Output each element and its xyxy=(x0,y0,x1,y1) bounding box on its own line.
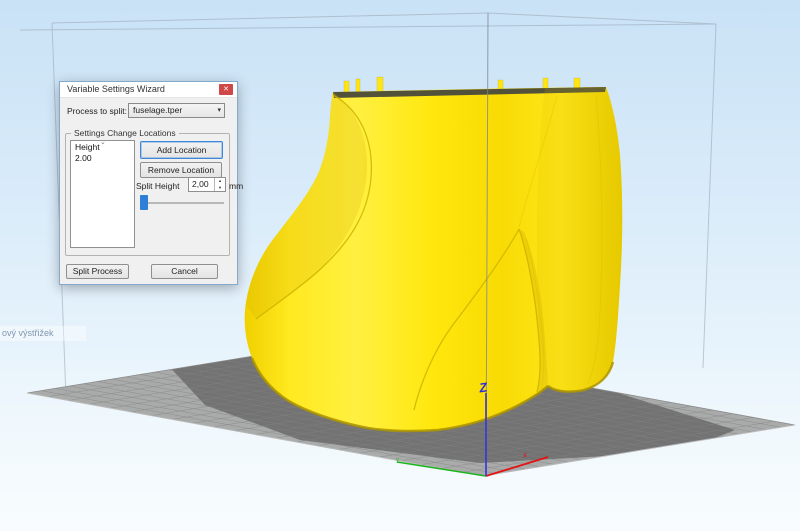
screen-capture-overlay-text: ový výstřižek xyxy=(0,326,86,341)
split-height-label: Split Height xyxy=(136,181,179,191)
split-height-value: 2,00 xyxy=(192,178,209,191)
cancel-button[interactable]: Cancel xyxy=(151,264,218,279)
settings-change-locations-label: Settings Change Locations xyxy=(71,128,179,138)
chevron-down-icon: ▾ xyxy=(217,104,221,117)
variable-settings-wizard-dialog: Variable Settings Wizard ✕ Process to sp… xyxy=(59,81,238,285)
sort-caret-icon: ⌄ xyxy=(100,138,106,146)
process-to-split-label: Process to split: xyxy=(67,106,127,116)
locations-list-item[interactable]: 2.00 xyxy=(71,152,134,163)
viewport-3d[interactable]: Z x y ový výstřižek Variable Settings Wi… xyxy=(0,0,800,531)
model-right-shading xyxy=(537,87,622,392)
remove-location-button[interactable]: Remove Location xyxy=(140,162,222,178)
dialog-title-bar[interactable]: Variable Settings Wizard ✕ xyxy=(60,82,237,98)
process-select[interactable]: fuselage.tper ▾ xyxy=(128,103,225,118)
locations-list[interactable]: ⌄ Height 2.00 xyxy=(70,140,135,248)
split-height-slider-handle[interactable] xyxy=(140,195,148,210)
dialog-body: Process to split: fuselage.tper ▾ Settin… xyxy=(60,98,237,285)
model-fuselage[interactable] xyxy=(245,77,623,431)
unit-label: mm xyxy=(229,181,243,191)
split-process-button[interactable]: Split Process xyxy=(66,264,129,279)
process-select-value: fuselage.tper xyxy=(133,105,182,115)
spin-down-icon[interactable]: ▾ xyxy=(215,185,225,192)
split-height-slider-track[interactable] xyxy=(140,202,224,204)
split-height-spinbox[interactable]: 2,00 ▴ ▾ xyxy=(188,177,226,192)
dialog-title: Variable Settings Wizard xyxy=(67,84,165,94)
close-icon[interactable]: ✕ xyxy=(219,84,233,95)
add-location-button[interactable]: Add Location xyxy=(140,141,223,159)
